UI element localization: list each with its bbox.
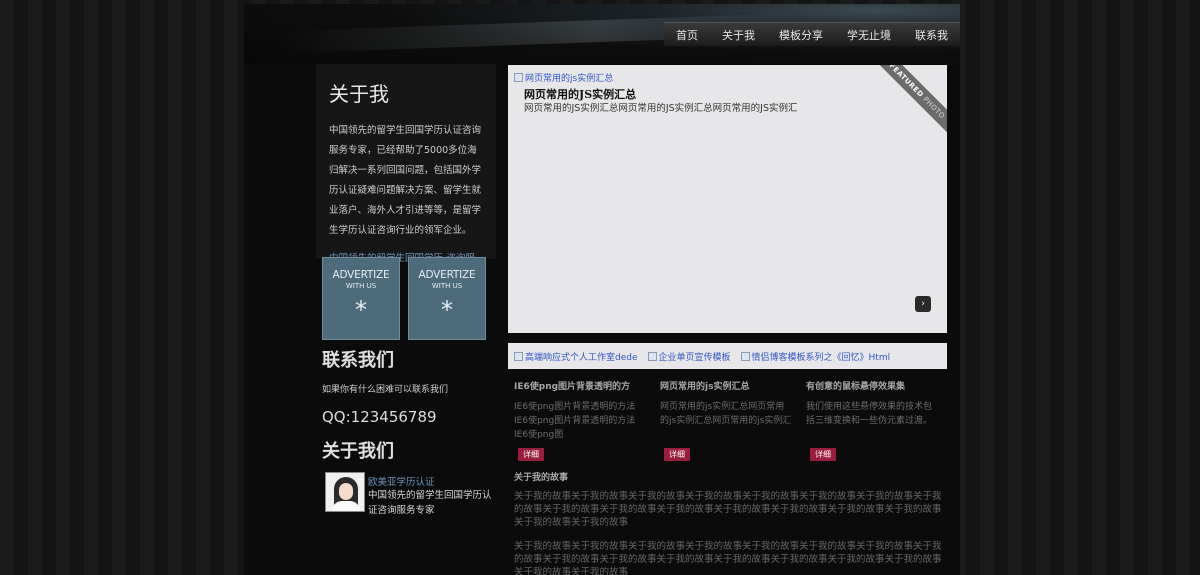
- ads-area: ADVERTIZE WITH US * ADVERTIZE WITH US *: [322, 257, 486, 340]
- about-title: 关于我: [329, 82, 389, 106]
- post-item: IE6使png图片背景透明的方 IE6使png图片背景透明的方法IE6使png图…: [514, 379, 647, 461]
- post-excerpt: 我们使用这些悬停效果的技术包括三维变换和一些伪元素过渡。: [806, 402, 933, 426]
- ad-banner-1[interactable]: ADVERTIZE WITH US *: [322, 257, 400, 340]
- post-title[interactable]: IE6使png图片背景透明的方: [514, 379, 647, 392]
- featured-description: 网页常用的JS实例汇总网页常用的JS实例汇总网页常用的JS实例汇: [524, 103, 798, 114]
- main-nav: 首页 关于我 模板分享 学无止境 联系我: [664, 22, 960, 46]
- post-title[interactable]: 有创意的鼠标悬停效果集: [806, 379, 939, 392]
- featured-slider: 网页常用的js实例汇总 网页常用的JS实例汇总 网页常用的JS实例汇总网页常用的…: [508, 65, 947, 333]
- about-us-title: 关于我们: [322, 441, 394, 462]
- nav-templates[interactable]: 模板分享: [779, 27, 823, 43]
- thumb-link-1[interactable]: 高端响应式个人工作室dede: [514, 350, 638, 363]
- contact-text: 如果你有什么困难可以联系我们: [322, 385, 449, 395]
- ribbon-subtext: PHOTO: [921, 95, 947, 121]
- ribbon-text: FEATURED: [887, 65, 926, 100]
- featured-ribbon: FEATURED PHOTO: [868, 65, 947, 140]
- ad-title: ADVERTIZE: [418, 269, 476, 281]
- broken-image-icon: [647, 351, 657, 361]
- profile-description: 中国领先的留学生回国学历认证咨询服务专家: [368, 490, 492, 516]
- thumb-link-2[interactable]: 企业单页宣传模板: [647, 350, 731, 363]
- post-item: 网页常用的js实例汇总 网页常用的js实例汇总网页常用的js实例汇总网页常用的j…: [660, 379, 793, 461]
- ad-subtitle: WITH US: [345, 282, 377, 290]
- ad-title: ADVERTIZE: [332, 269, 390, 281]
- broken-image-icon: [514, 351, 523, 361]
- post-item: 有创意的鼠标悬停效果集 我们使用这些悬停效果的技术包括三维变换和一些伪元素过渡。…: [806, 379, 939, 461]
- nav-about[interactable]: 关于我: [722, 27, 755, 43]
- thumb-link-label: 情侣博客模板系列之《回忆》Html: [751, 352, 891, 363]
- featured-image-link[interactable]: 网页常用的js实例汇总: [514, 71, 613, 84]
- story-paragraph-1: 关于我的故事关于我的故事关于我的故事关于我的故事关于我的故事关于我的故事关于我的…: [514, 491, 942, 528]
- thumb-link-label: 企业单页宣传模板: [658, 352, 731, 363]
- profile-name-link[interactable]: 欧美亚学历认证: [368, 474, 435, 488]
- thumb-link-label: 高端响应式个人工作室dede: [525, 352, 638, 363]
- broken-image-icon: [514, 73, 523, 82]
- story-title: 关于我的故事: [514, 473, 569, 483]
- post-more-button[interactable]: 详细: [664, 448, 690, 461]
- story-paragraph-2: 关于我的故事关于我的故事关于我的故事关于我的故事关于我的故事关于我的故事关于我的…: [514, 541, 942, 575]
- ad-banner-2[interactable]: ADVERTIZE WITH US *: [408, 257, 486, 340]
- contact-title: 联系我们: [322, 350, 394, 371]
- qq-number: QQ:123456789: [322, 408, 437, 426]
- post-more-button[interactable]: 详细: [810, 448, 836, 461]
- asterisk-icon: *: [355, 296, 367, 324]
- avatar-face: [339, 483, 353, 500]
- post-excerpt: IE6使png图片背景透明的方法IE6使png图片背景透明的方法IE6使png图: [514, 402, 636, 440]
- asterisk-icon: *: [441, 296, 453, 324]
- thumb-link-3[interactable]: 情侣博客模板系列之《回忆》Html: [740, 350, 891, 363]
- ad-subtitle: WITH US: [431, 282, 463, 290]
- nav-home[interactable]: 首页: [676, 27, 698, 43]
- sidebar: 关于我 中国领先的留学生回国学历认证咨询服务专家，已经帮助了5000多位海归解决…: [316, 64, 496, 524]
- avatar-shirt: [332, 501, 360, 511]
- about-box: 关于我 中国领先的留学生回国学历认证咨询服务专家，已经帮助了5000多位海归解决…: [316, 64, 496, 280]
- about-text: 中国领先的留学生回国学历认证咨询服务专家，已经帮助了5000多位海归解决一系列回…: [329, 125, 482, 236]
- post-list: IE6使png图片背景透明的方 IE6使png图片背景透明的方法IE6使png图…: [514, 379, 950, 461]
- broken-image-icon: [740, 351, 750, 361]
- nav-learning[interactable]: 学无止境: [847, 27, 891, 43]
- avatar[interactable]: [325, 472, 365, 512]
- next-slide-button[interactable]: ›: [915, 296, 931, 312]
- post-excerpt: 网页常用的js实例汇总网页常用的js实例汇总网页常用的js实例汇: [660, 402, 792, 426]
- nav-contact[interactable]: 联系我: [915, 27, 948, 43]
- featured-image-alt: 网页常用的js实例汇总: [525, 74, 614, 84]
- post-title[interactable]: 网页常用的js实例汇总: [660, 379, 793, 392]
- page-container: 首页 关于我 模板分享 学无止境 联系我 关于我 中国领先的留学生回国学历认证咨…: [244, 4, 960, 575]
- header: 首页 关于我 模板分享 学无止境 联系我: [244, 4, 960, 64]
- post-more-button[interactable]: 详细: [518, 448, 544, 461]
- profile-card: 欧美亚学历认证 中国领先的留学生回国学历认证咨询服务专家: [325, 472, 495, 518]
- thumbnail-links: 高端响应式个人工作室dede 企业单页宣传模板 情侣博客模板系列之《回忆》Htm…: [508, 343, 947, 369]
